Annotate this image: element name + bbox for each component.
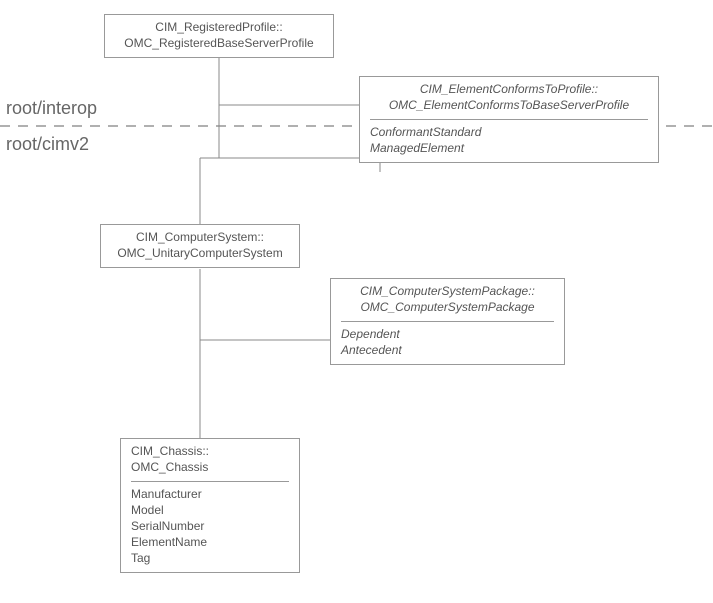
class-title-line1: CIM_ComputerSystemPackage:: [341, 283, 554, 299]
class-attr: ManagedElement [370, 140, 648, 156]
namespace-label-bottom: root/cimv2 [6, 134, 89, 155]
class-attr: ElementName [131, 534, 289, 550]
class-attr: Dependent [341, 326, 554, 342]
class-divider [370, 119, 648, 120]
class-title-line1: CIM_Chassis:: [131, 443, 289, 459]
class-title-line1: CIM_ComputerSystem:: [111, 229, 289, 245]
class-box-computer-system-package: CIM_ComputerSystemPackage:: OMC_Computer… [330, 278, 565, 365]
namespace-label-top: root/interop [6, 98, 97, 119]
class-title-line1: CIM_RegisteredProfile:: [115, 19, 323, 35]
class-divider [341, 321, 554, 322]
class-attr: Antecedent [341, 342, 554, 358]
class-box-computer-system: CIM_ComputerSystem:: OMC_UnitaryComputer… [100, 224, 300, 268]
class-title-line2: OMC_UnitaryComputerSystem [111, 245, 289, 261]
class-attr: ConformantStandard [370, 124, 648, 140]
class-box-element-conforms: CIM_ElementConformsToProfile:: OMC_Eleme… [359, 76, 659, 163]
class-attr: Manufacturer [131, 486, 289, 502]
class-title-line2: OMC_Chassis [131, 459, 289, 475]
class-box-registered-profile: CIM_RegisteredProfile:: OMC_RegisteredBa… [104, 14, 334, 58]
class-attr: Tag [131, 550, 289, 566]
class-attr: SerialNumber [131, 518, 289, 534]
class-divider [131, 481, 289, 482]
class-title-line2: OMC_ComputerSystemPackage [341, 299, 554, 315]
class-box-chassis: CIM_Chassis:: OMC_Chassis Manufacturer M… [120, 438, 300, 573]
class-title-line2: OMC_RegisteredBaseServerProfile [115, 35, 323, 51]
class-attr: Model [131, 502, 289, 518]
class-title-line2: OMC_ElementConformsToBaseServerProfile [370, 97, 648, 113]
class-title-line1: CIM_ElementConformsToProfile:: [370, 81, 648, 97]
